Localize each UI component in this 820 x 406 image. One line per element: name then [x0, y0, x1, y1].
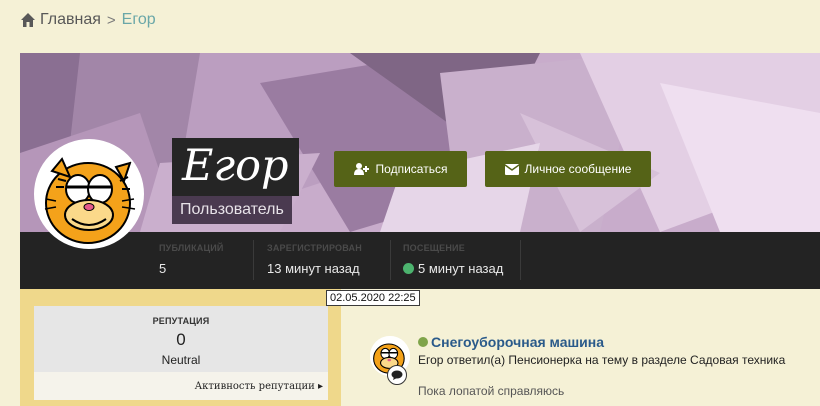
- online-status-icon: [418, 337, 428, 347]
- feed-title-row: Снегоуборочная машина: [418, 334, 604, 350]
- profile-avatar[interactable]: [34, 139, 144, 249]
- garfield-avatar-icon: [36, 141, 142, 247]
- stat-divider: [390, 240, 391, 280]
- stat-visit-value: 5 минут назад: [418, 261, 504, 276]
- stat-divider: [520, 240, 521, 280]
- reputation-activity-link[interactable]: Активность репутации ▸: [34, 381, 328, 392]
- reputation-label: Neutral: [161, 353, 201, 367]
- feed-snippet: Пока лопатой справляюсь: [418, 384, 565, 398]
- profile-name: Егор: [182, 141, 289, 191]
- feed-topic-link[interactable]: Снегоуборочная машина: [431, 334, 604, 350]
- reputation-title: РЕПУТАЦИЯ: [152, 316, 210, 326]
- breadcrumb: Главная > Егор: [20, 10, 156, 30]
- reputation-value: 0: [176, 330, 186, 349]
- reputation-header: РЕПУТАЦИЯ 0 Neutral: [34, 306, 328, 372]
- profile-name-box: Егор: [172, 138, 299, 196]
- profile-stats-bar: ПУБЛИКАЦИЙ 5 ЗАРЕГИСТРИРОВАН 13 минут на…: [20, 232, 820, 289]
- stat-divider: [253, 240, 254, 280]
- stat-visit-label: ПОСЕЩЕНИЕ: [403, 243, 465, 253]
- online-status-icon: [403, 263, 414, 274]
- activity-feed-item: Снегоуборочная машина Егор ответил(а) Пе…: [370, 332, 820, 402]
- stat-posts-label: ПУБЛИКАЦИЙ: [159, 243, 224, 253]
- stat-registered: ЗАРЕГИСТРИРОВАН 13 минут назад: [267, 243, 362, 276]
- stat-visit: ПОСЕЩЕНИЕ 5 минут назад: [403, 243, 503, 276]
- stat-registered-value: 13 минут назад: [267, 261, 360, 276]
- comment-icon: [391, 370, 403, 380]
- breadcrumb-home-link[interactable]: Главная: [40, 11, 101, 29]
- profile-user-title: Пользователь: [172, 196, 292, 224]
- stat-posts: ПУБЛИКАЦИЙ 5: [159, 243, 224, 276]
- user-title-label: Пользователь: [180, 201, 284, 218]
- breadcrumb-separator: >: [106, 11, 116, 29]
- private-message-button[interactable]: Личное сообщение: [485, 151, 651, 187]
- breadcrumb-current: Егор: [121, 11, 156, 28]
- stat-posts-value[interactable]: 5: [159, 261, 224, 276]
- home-icon: [21, 13, 35, 27]
- follow-button-label: Подписаться: [375, 162, 448, 176]
- private-message-button-label: Личное сообщение: [524, 162, 632, 176]
- date-tooltip: 02.05.2020 22:25: [326, 290, 420, 306]
- follow-button[interactable]: Подписаться: [334, 151, 467, 187]
- stat-visit-value-row: 5 минут назад: [403, 261, 503, 276]
- stat-registered-label: ЗАРЕГИСТРИРОВАН: [267, 243, 362, 253]
- user-plus-icon: [353, 163, 369, 175]
- envelope-icon: [504, 163, 519, 175]
- reputation-box: РЕПУТАЦИЯ 0 Neutral Активность репутации…: [34, 306, 328, 400]
- feed-description: Егор ответил(а) Пенсионерка на тему в ра…: [418, 353, 786, 367]
- comment-badge: [387, 365, 407, 385]
